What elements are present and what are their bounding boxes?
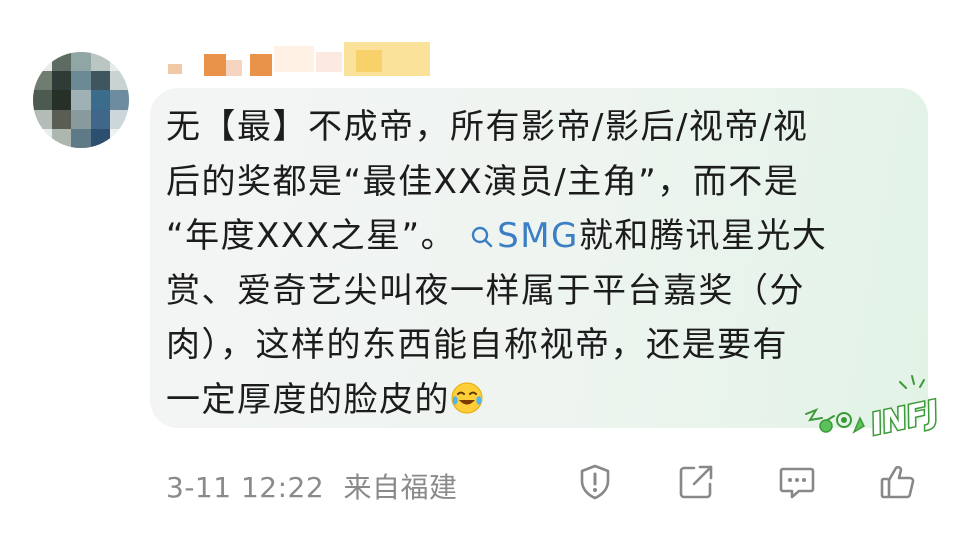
topic-link-smg[interactable]: SMG <box>470 216 579 256</box>
comment-line: 一定厚度的脸皮的 <box>166 373 906 428</box>
personality-badge: INFJ <box>804 374 954 444</box>
laugh-cry-emoji <box>451 382 483 413</box>
user-avatar[interactable] <box>33 52 129 148</box>
comment-line: “年度XXX之星”。 SMG就和腾讯星光大 <box>166 209 906 264</box>
comment-line: 无【最】不成帝，所有影帝/影后/视帝/视 <box>166 107 809 147</box>
timestamp: 3-11 12:22 <box>166 471 325 504</box>
infj-badge-graphic: INFJ <box>805 375 943 444</box>
reply-button[interactable] <box>777 462 817 502</box>
report-icon <box>580 464 610 500</box>
like-button[interactable] <box>878 462 918 502</box>
comment-line: 赏、爱奇艺尖叫夜一样属于平台嘉奖（分 <box>166 270 805 311</box>
location: 来自福建 <box>343 471 458 504</box>
report-button[interactable] <box>575 462 615 502</box>
comment-line: 肉），这样的东西能自称视帝，还是要有 <box>166 325 788 365</box>
search-icon <box>471 226 493 248</box>
topic-link-label: SMG <box>497 216 579 256</box>
badge-text: INFJ <box>868 394 942 440</box>
share-icon <box>679 465 713 499</box>
comment-text: 无【最】不成帝，所有影帝/影后/视帝/视 后的奖都是“最佳XX演员/主角”，而不… <box>166 100 906 427</box>
comment-line: 后的奖都是“最佳XX演员/主角”，而不是 <box>166 161 800 202</box>
comment-meta: 3-11 12:22 来自福建 <box>166 466 458 506</box>
comment-segment: 就和腾讯星光大 <box>578 216 828 256</box>
username-redacted[interactable] <box>166 42 436 82</box>
share-button[interactable] <box>676 462 716 502</box>
like-icon <box>880 465 915 499</box>
comment-segment: “年度XXX之星”。 <box>166 216 457 256</box>
comment-segment: 一定厚度的脸皮的 <box>166 379 450 420</box>
reply-icon <box>779 467 815 499</box>
